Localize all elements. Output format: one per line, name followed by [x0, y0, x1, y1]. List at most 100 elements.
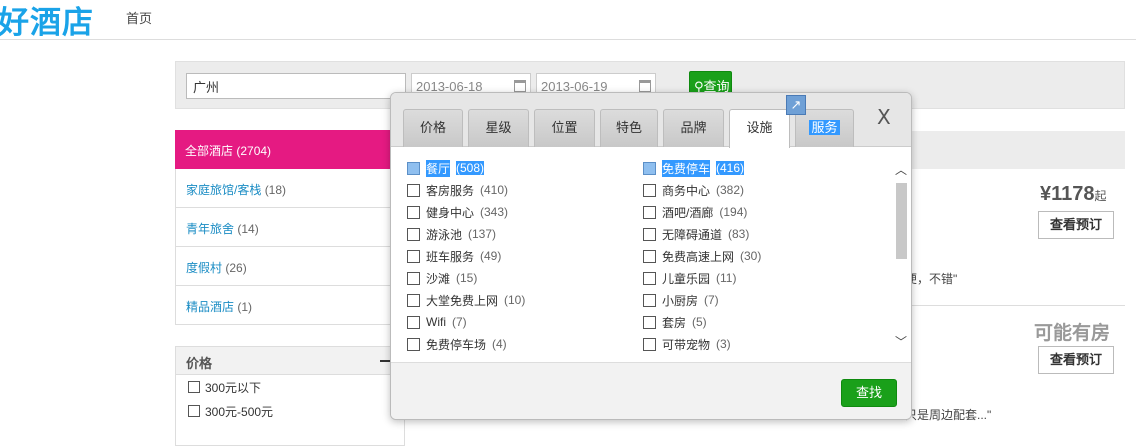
price-filter-title: 价格 [176, 347, 404, 375]
price-option[interactable]: 300元以下 [176, 375, 404, 399]
tab-location[interactable]: 位置 [534, 109, 595, 147]
checkbox[interactable] [407, 183, 420, 197]
price-filter-panel: 价格 300元以下 300元-500元 [175, 346, 405, 446]
category-item-all[interactable]: 全部酒店 (2704) [175, 130, 405, 169]
facility-option[interactable]: 健身中心 (343) [407, 202, 508, 222]
facility-option[interactable]: 儿童乐园 (11) [643, 268, 736, 288]
facility-options: 餐厅 (508) 客房服务 (410) 健身中心 (343) 游泳池 (137) 班车服… [391, 148, 891, 362]
facility-option[interactable]: 免费高速上网 (30) [643, 246, 761, 266]
checkbox[interactable] [407, 293, 420, 307]
category-list: 全部酒店 (2704) 家庭旅馆/客栈 (18) 青年旅舍 (14) 度假村 (… [175, 130, 405, 325]
facility-option[interactable]: 套房 (5) [643, 312, 707, 332]
facility-option[interactable]: 无障碍通道 (83) [643, 224, 749, 244]
facility-option[interactable]: 游泳池 (137) [407, 224, 496, 244]
facility-option-label: 班车服务 [426, 249, 475, 264]
availability-status: 可能有房 [1034, 323, 1111, 344]
result-divider [905, 305, 1125, 306]
category-item-resort[interactable]: 度假村 (26) [175, 247, 405, 286]
checkbox[interactable] [407, 249, 420, 263]
facility-option-label: 商务中心 [662, 183, 711, 198]
facility-option[interactable]: 餐厅 (508) [407, 158, 485, 178]
facility-option-label: 大堂免费上网 [426, 293, 499, 308]
facility-option-count: (11) [716, 271, 737, 285]
nav-home-link[interactable]: 首页 [126, 8, 152, 27]
tab-star[interactable]: 星级 [468, 109, 529, 147]
view-booking-button[interactable]: 查看预订 [1038, 346, 1114, 374]
calendar-icon[interactable] [639, 80, 651, 92]
facility-option-count: (194) [719, 205, 748, 219]
checkbox[interactable] [643, 293, 656, 307]
facility-option[interactable]: 小厨房 (7) [643, 290, 719, 310]
checkbox[interactable] [643, 249, 656, 263]
facility-option[interactable]: 商务中心 (382) [643, 180, 744, 200]
scrollbar-thumb[interactable] [896, 183, 907, 259]
checkbox[interactable] [407, 227, 420, 241]
facility-option[interactable]: 大堂免费上网 (10) [407, 290, 525, 310]
facility-option-count: (508) [456, 161, 485, 175]
price-option-label: 300元-500元 [205, 404, 274, 419]
facility-option-count: (30) [740, 249, 762, 263]
facility-option-label: 儿童乐园 [662, 271, 711, 286]
calendar-icon[interactable] [514, 80, 526, 92]
facility-option[interactable]: 客房服务 (410) [407, 180, 508, 200]
price-option[interactable]: 300元-500元 [176, 399, 404, 423]
options-scrollbar[interactable]: ︿ ﹀ [893, 157, 909, 361]
checkbox[interactable] [643, 183, 656, 197]
checkbox[interactable] [407, 271, 420, 285]
checkbox[interactable] [407, 315, 420, 329]
checkbox[interactable] [643, 205, 656, 219]
facility-option[interactable]: 免费停车 (416) [643, 158, 745, 178]
category-label: 全部酒店 [185, 144, 234, 158]
checkbox[interactable] [407, 205, 420, 219]
category-count: (2704) [236, 144, 272, 158]
find-button[interactable]: 查找 [841, 379, 897, 407]
facility-option-label: 套房 [662, 315, 687, 330]
tab-brand[interactable]: 品牌 [663, 109, 724, 147]
checkbox[interactable] [643, 337, 656, 351]
checkbox[interactable] [407, 161, 420, 175]
tab-price[interactable]: 价格 [403, 109, 463, 147]
chevron-down-icon[interactable]: ﹀ [895, 333, 907, 350]
category-label: 度假村 [186, 261, 223, 275]
close-icon[interactable]: X [877, 105, 891, 129]
category-item-boutique[interactable]: 精品酒店 (1) [175, 286, 405, 325]
site-logo[interactable]: 好酒店 [0, 0, 94, 42]
hotel-price: ¥1178起 [1040, 183, 1107, 206]
facility-option[interactable]: 可带宠物 (3) [643, 334, 731, 354]
chevron-up-icon[interactable]: ︿ [895, 161, 907, 178]
checkbox[interactable] [407, 337, 420, 351]
facility-option-count: (83) [728, 227, 750, 241]
modal-footer: 查找 [391, 362, 911, 419]
checkbox[interactable] [643, 227, 656, 241]
checkbox[interactable] [643, 161, 656, 175]
facility-option[interactable]: Wifi (7) [407, 312, 467, 332]
facility-option-label: 游泳池 [426, 227, 463, 242]
checkbox[interactable] [643, 315, 656, 329]
facility-option[interactable]: 酒吧/酒廊 (194) [643, 202, 747, 222]
facility-option-count: (5) [692, 315, 707, 329]
filter-modal: 价格 星级 位置 特色 品牌 设施 服务 ↗ X 餐厅 (508) 客房服务 (41… [390, 92, 912, 420]
facility-option-label: 可带宠物 [662, 337, 711, 352]
resize-icon[interactable]: ↗ [786, 95, 806, 115]
facility-option-label: 酒吧/酒廊 [662, 205, 714, 220]
tab-feature[interactable]: 特色 [600, 109, 658, 147]
category-item-family-inn[interactable]: 家庭旅馆/客栈 (18) [175, 169, 405, 208]
checkbox[interactable] [643, 271, 656, 285]
facility-option-count: (416) [716, 161, 745, 175]
category-count: (26) [225, 261, 247, 275]
facility-option[interactable]: 班车服务 (49) [407, 246, 501, 266]
facility-option-count: (382) [716, 183, 745, 197]
view-booking-button[interactable]: 查看预订 [1038, 211, 1114, 239]
category-count: (14) [237, 222, 259, 236]
category-item-hostel[interactable]: 青年旅舍 (14) [175, 208, 405, 247]
tab-facility[interactable]: 设施 [729, 109, 790, 148]
checkbox[interactable] [188, 405, 200, 417]
checkbox[interactable] [188, 381, 200, 393]
facility-option[interactable]: 沙滩 (15) [407, 268, 477, 288]
site-header: 好酒店 首页 [0, 0, 1136, 42]
facility-option-label: 无障碍通道 [662, 227, 723, 242]
facility-option-count: (4) [492, 337, 507, 351]
facility-option[interactable]: 免费停车场 (4) [407, 334, 507, 354]
city-input[interactable] [186, 73, 406, 99]
facility-option-label: 小厨房 [662, 293, 699, 308]
